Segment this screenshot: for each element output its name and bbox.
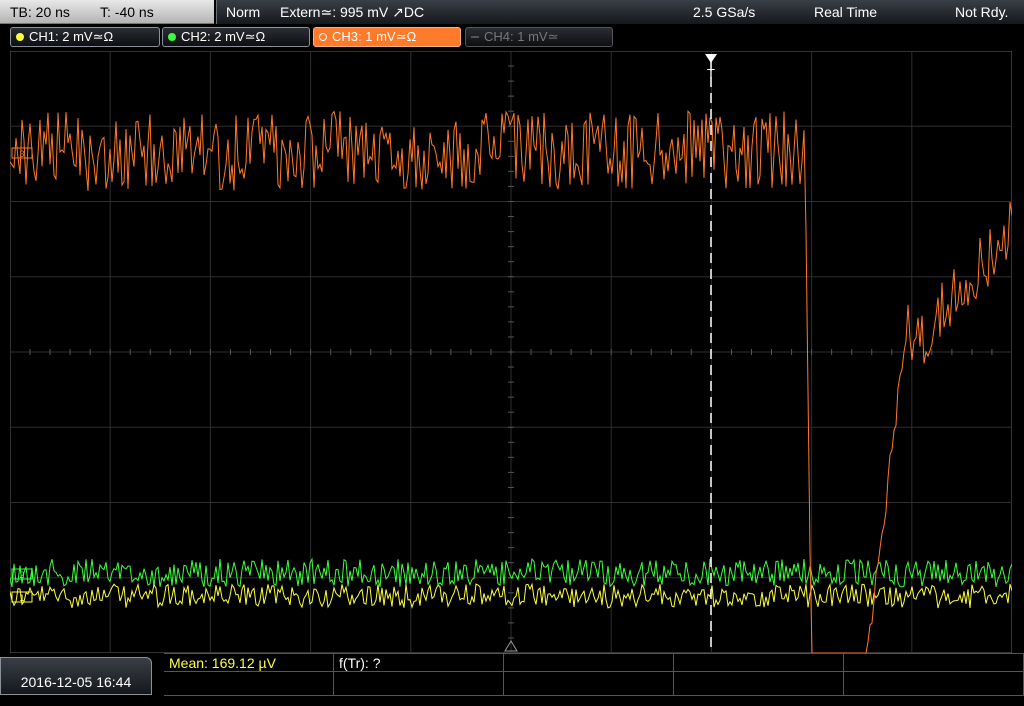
- channel-1-color-icon: [16, 33, 24, 41]
- timebase-box[interactable]: TB: 20 ns T: -40 ns: [0, 0, 214, 24]
- run-status: Not Rdy.: [955, 4, 1009, 20]
- channel-4-color-icon: [471, 36, 479, 38]
- trigger-mode: Norm: [226, 4, 261, 20]
- timebase-label: TB: 20 ns: [10, 4, 70, 20]
- measurement-frequency: f(Tr): ?: [334, 654, 504, 672]
- measurement-slot-8: [504, 672, 674, 696]
- trigger-source: Extern≃: 995 mV ↗DC: [280, 4, 425, 20]
- ch3-marker-label: 3: [19, 149, 24, 159]
- measurement-table[interactable]: Mean: 169.12 µV f(Tr): ?: [164, 653, 1024, 696]
- waveform-display[interactable]: T 3 2 1: [10, 51, 1012, 653]
- channel-1-label: CH1: 2 mV≃Ω: [29, 29, 114, 44]
- date-time: 2016-12-05 16:44: [0, 657, 152, 695]
- channel-3-button[interactable]: CH3: 1 mV≃Ω: [313, 27, 461, 47]
- channel-1-button[interactable]: CH1: 2 mV≃Ω: [10, 27, 160, 47]
- acquisition-status-bar[interactable]: Norm Extern≃: 995 mV ↗DC 2.5 GSa/s Real …: [216, 0, 1024, 24]
- measurement-slot-3: [504, 654, 674, 672]
- channel-2-button[interactable]: CH2: 2 mV≃Ω: [162, 27, 310, 47]
- acquisition-mode: Real Time: [814, 4, 878, 20]
- channel-3-color-icon: [319, 33, 327, 41]
- trigger-offset-label: T: -40 ns: [100, 4, 154, 20]
- measurement-slot-6: [164, 672, 334, 696]
- trigger-marker-label: T: [707, 66, 715, 81]
- measurement-slot-5: [844, 654, 1024, 672]
- measurement-slot-7: [334, 672, 504, 696]
- channel-2-color-icon: [168, 33, 176, 41]
- top-bar: TB: 20 ns T: -40 ns Norm Extern≃: 995 mV…: [0, 0, 1024, 24]
- measurement-slot-10: [844, 672, 1024, 696]
- channel-bar: CH1: 2 mV≃Ω CH2: 2 mV≃Ω CH3: 1 mV≃Ω CH4:…: [0, 24, 1024, 50]
- ch2-marker-label: 2: [19, 570, 24, 580]
- measurement-mean: Mean: 169.12 µV: [164, 654, 334, 672]
- channel-3-label: CH3: 1 mV≃Ω: [332, 29, 417, 44]
- measurement-slot-9: [674, 672, 844, 696]
- channel-2-label: CH2: 2 mV≃Ω: [181, 29, 266, 44]
- ch1-marker-label: 1: [19, 593, 24, 603]
- sample-rate: 2.5 GSa/s: [693, 4, 756, 20]
- channel-4-label: CH4: 1 mV≃: [484, 29, 559, 44]
- channel-4-button[interactable]: CH4: 1 mV≃: [465, 27, 613, 47]
- measurement-slot-4: [674, 654, 844, 672]
